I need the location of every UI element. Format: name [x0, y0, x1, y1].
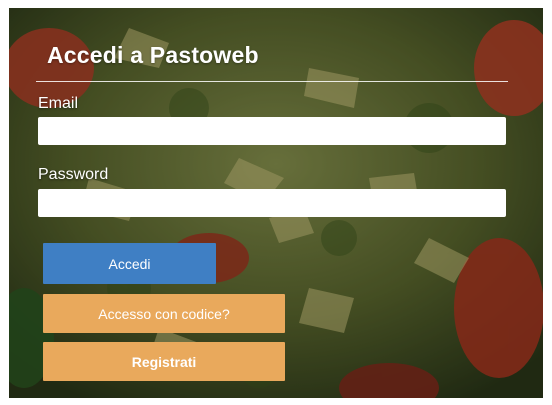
code-login-button[interactable]: Accesso con codice?	[43, 294, 285, 333]
title-divider	[36, 81, 508, 82]
password-label: Password	[38, 166, 109, 183]
email-label: Email	[38, 95, 79, 112]
register-button[interactable]: Registrati	[43, 342, 285, 381]
email-field[interactable]	[38, 117, 506, 145]
login-panel: Accedi a Pastoweb Email Password Accedi …	[9, 8, 543, 398]
login-button[interactable]: Accedi	[43, 243, 216, 284]
password-field[interactable]	[38, 189, 506, 217]
page-title: Accedi a Pastoweb	[47, 42, 259, 68]
